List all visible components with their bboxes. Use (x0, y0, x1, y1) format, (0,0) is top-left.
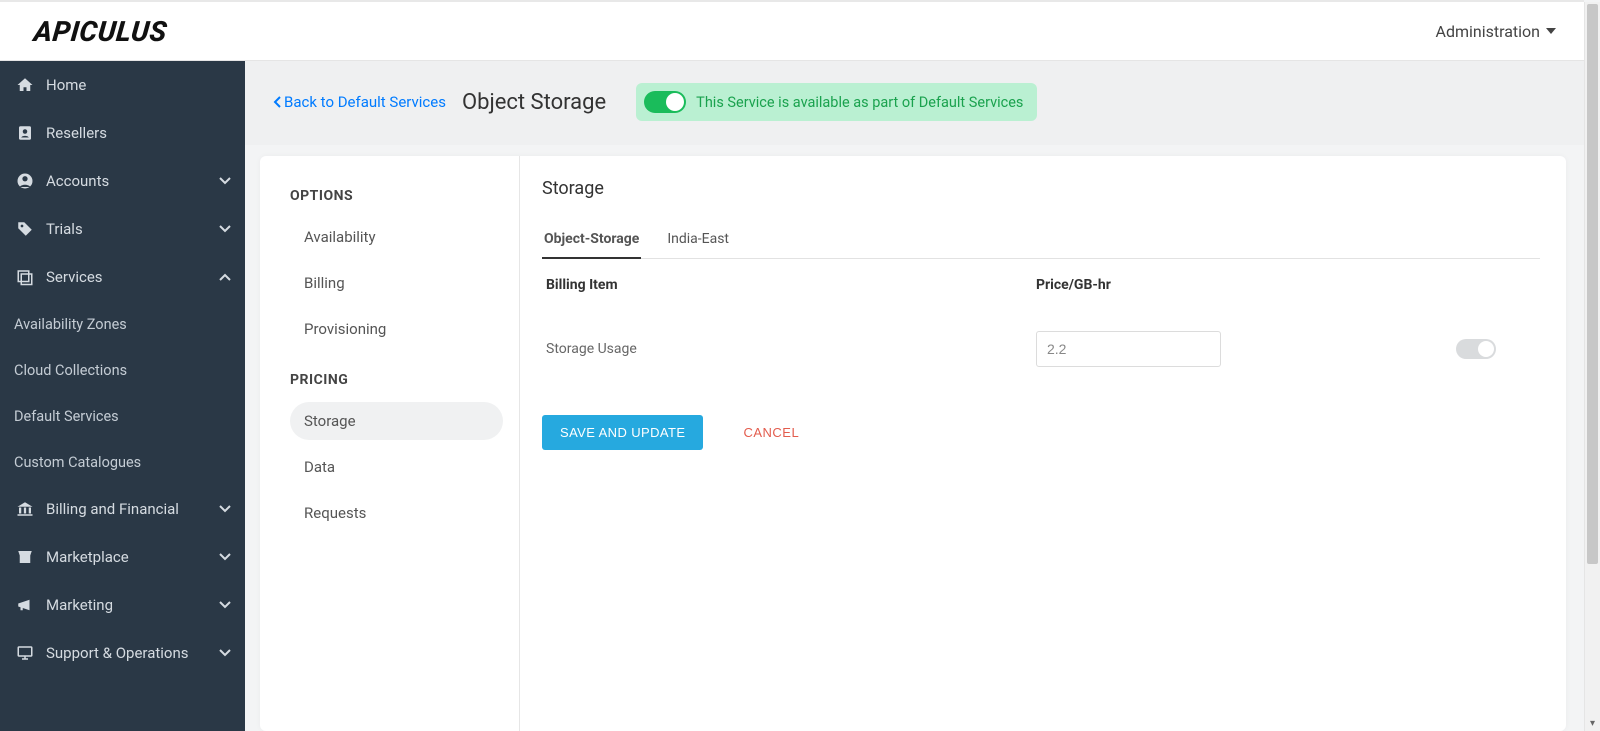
service-enabled-toggle[interactable] (644, 91, 686, 113)
tabs: Object-Storage India-East (542, 223, 1540, 259)
sidebar-item-trials[interactable]: Trials (0, 205, 245, 253)
sidebar-item-resellers[interactable]: Resellers (0, 109, 245, 157)
sidebar-item-support-operations[interactable]: Support & Operations (0, 629, 245, 677)
options-heading: OPTIONS (290, 188, 503, 204)
sidebar-sub-cloud-collections[interactable]: Cloud Collections (0, 347, 245, 393)
sidebar-item-home[interactable]: Home (0, 61, 245, 109)
sidebar-label: Marketing (46, 596, 113, 614)
back-label: Back to Default Services (284, 93, 446, 111)
user-badge-icon (14, 124, 36, 142)
option-billing[interactable]: Billing (290, 264, 503, 302)
scrollbar-thumb[interactable] (1587, 4, 1598, 564)
col-billing-item: Billing Item (546, 277, 1036, 293)
pricing-row: Storage Usage (542, 313, 1540, 385)
sidebar-label: Resellers (46, 124, 107, 142)
tag-icon (14, 220, 36, 238)
chevron-down-icon (219, 225, 231, 233)
sidebar-sub-label: Availability Zones (14, 316, 127, 333)
save-button[interactable]: SAVE AND UPDATE (542, 415, 703, 450)
pricing-heading: PRICING (290, 372, 503, 388)
cancel-button[interactable]: CANCEL (743, 425, 799, 440)
sidebar-item-services[interactable]: Services (0, 253, 245, 301)
sidebar-sub-label: Custom Catalogues (14, 454, 141, 471)
administration-dropdown[interactable]: Administration (1436, 22, 1557, 41)
col-price: Price/GB-hr (1036, 277, 1426, 293)
chevron-down-icon (219, 649, 231, 657)
megaphone-icon (14, 596, 36, 614)
chevron-down-icon (219, 177, 231, 185)
sidebar-item-marketplace[interactable]: Marketplace (0, 533, 245, 581)
content-panel: Storage Object-Storage India-East Billin… (520, 156, 1566, 731)
option-data[interactable]: Data (290, 448, 503, 486)
option-availability[interactable]: Availability (290, 218, 503, 256)
chevron-left-icon (273, 96, 282, 108)
tab-india-east[interactable]: India-East (665, 223, 731, 258)
options-panel: OPTIONS Availability Billing Provisionin… (260, 156, 520, 731)
page-header: Back to Default Services Object Storage … (245, 61, 1584, 145)
sidebar-item-billing-financial[interactable]: Billing and Financial (0, 485, 245, 533)
admin-label: Administration (1436, 22, 1541, 41)
sidebar-sub-label: Cloud Collections (14, 362, 127, 379)
home-icon (14, 76, 36, 94)
page-title: Object Storage (462, 90, 606, 115)
chevron-down-icon (219, 553, 231, 561)
content-title: Storage (542, 178, 1540, 199)
user-circle-icon (14, 172, 36, 190)
service-status-pill: This Service is available as part of Def… (636, 83, 1037, 121)
option-provisioning[interactable]: Provisioning (290, 310, 503, 348)
sidebar-label: Accounts (46, 172, 109, 190)
scrollbar-down-arrow[interactable]: ▾ (1585, 715, 1600, 731)
monitor-icon (14, 644, 36, 662)
sidebar-sub-custom-catalogues[interactable]: Custom Catalogues (0, 439, 245, 485)
row-billing-item: Storage Usage (546, 341, 1036, 357)
row-enabled-toggle[interactable] (1456, 339, 1496, 359)
topbar: APICULUS Administration (0, 0, 1584, 61)
status-text: This Service is available as part of Def… (696, 94, 1023, 111)
window-scrollbar[interactable]: ▾ (1584, 2, 1600, 731)
option-storage[interactable]: Storage (290, 402, 503, 440)
bank-icon (14, 500, 36, 518)
sidebar-item-marketing[interactable]: Marketing (0, 581, 245, 629)
pricing-table-header: Billing Item Price/GB-hr (542, 271, 1540, 313)
store-icon (14, 548, 36, 566)
sidebar-label: Services (46, 268, 103, 286)
caret-down-icon (1546, 28, 1556, 34)
sidebar-label: Home (46, 76, 86, 94)
sidebar-item-accounts[interactable]: Accounts (0, 157, 245, 205)
form-actions: SAVE AND UPDATE CANCEL (542, 415, 1540, 450)
tab-object-storage[interactable]: Object-Storage (542, 223, 641, 259)
chevron-down-icon (219, 601, 231, 609)
logo: APICULUS (32, 15, 168, 48)
price-input[interactable] (1036, 331, 1221, 367)
sidebar-label: Support & Operations (46, 644, 189, 662)
sidebar-label: Marketplace (46, 548, 129, 566)
sidebar-sub-label: Default Services (14, 408, 119, 425)
chevron-down-icon (219, 505, 231, 513)
sidebar-label: Trials (46, 220, 83, 238)
sidebar-sub-default-services[interactable]: Default Services (0, 393, 245, 439)
layers-icon (14, 268, 36, 286)
sidebar: Home Resellers Accounts Trials Services (0, 61, 245, 731)
chevron-up-icon (219, 273, 231, 281)
main-card: OPTIONS Availability Billing Provisionin… (260, 156, 1566, 731)
option-requests[interactable]: Requests (290, 494, 503, 532)
sidebar-sub-availability-zones[interactable]: Availability Zones (0, 301, 245, 347)
back-link[interactable]: Back to Default Services (273, 93, 446, 111)
sidebar-label: Billing and Financial (46, 500, 179, 518)
